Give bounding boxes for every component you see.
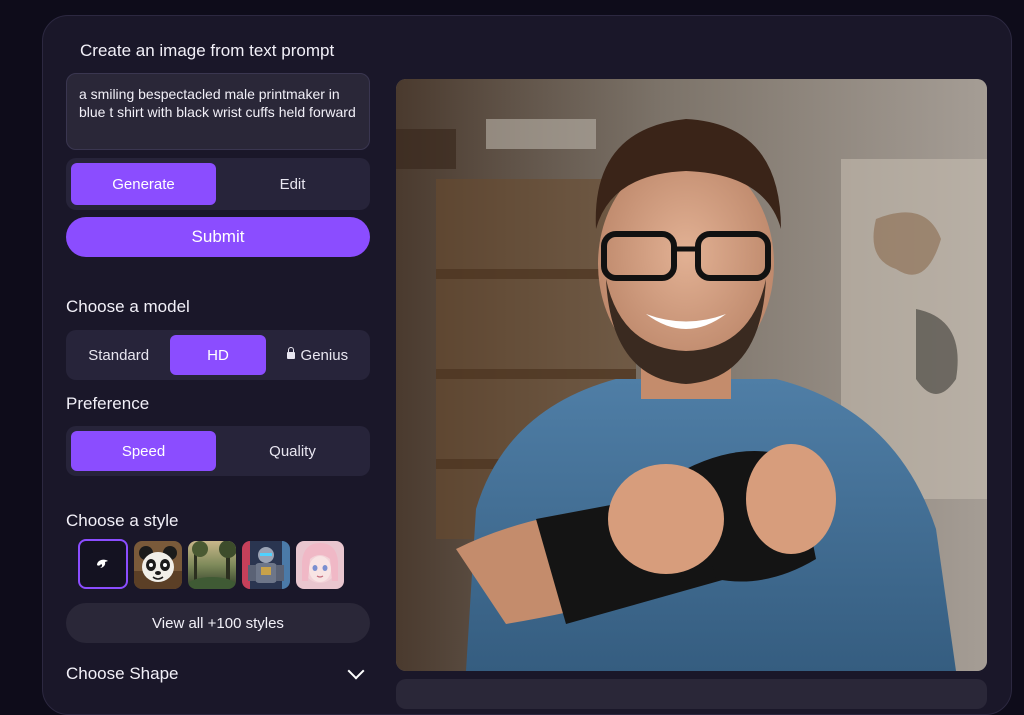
model-heading: Choose a model: [66, 297, 190, 316]
anime-style-image: [296, 541, 344, 589]
style-thumb-none[interactable]: [78, 539, 128, 589]
panda-style-image: [134, 541, 182, 589]
lock-icon: [286, 346, 295, 359]
view-all-styles-button[interactable]: View all +100 styles: [66, 603, 370, 643]
shape-dropdown[interactable]: Choose Shape: [66, 662, 370, 684]
model-option-standard[interactable]: Standard: [71, 335, 166, 375]
prompt-textarea[interactable]: a smiling bespectacled male printmaker i…: [66, 73, 370, 150]
model-option-hd[interactable]: HD: [170, 335, 266, 375]
forest-style-image: [188, 541, 236, 589]
generated-image: [396, 79, 987, 671]
tab-edit[interactable]: Edit: [220, 163, 365, 205]
submit-button[interactable]: Submit: [66, 217, 370, 257]
preference-selector: Speed Quality: [66, 426, 370, 476]
panel-title: Create an image from text prompt: [80, 41, 335, 60]
preference-heading: Preference: [66, 394, 150, 413]
style-thumbnails: [78, 539, 344, 589]
mode-tabs: Generate Edit: [66, 158, 370, 210]
generated-image-illustration: [396, 79, 987, 671]
tab-generate[interactable]: Generate: [71, 163, 216, 205]
style-thumb-forest[interactable]: [188, 541, 236, 589]
model-option-genius[interactable]: Genius: [270, 335, 365, 375]
no-style-icon: [97, 559, 108, 568]
style-thumb-anime[interactable]: [296, 541, 344, 589]
shape-heading: Choose Shape: [66, 664, 179, 683]
robot-style-image: [242, 541, 290, 589]
preference-option-speed[interactable]: Speed: [71, 431, 216, 471]
image-toolbar: [396, 679, 987, 709]
style-heading: Choose a style: [66, 511, 179, 530]
style-thumb-panda[interactable]: [134, 541, 182, 589]
model-selector: Standard HD Genius: [66, 330, 370, 380]
style-thumb-robot[interactable]: [242, 541, 290, 589]
preference-option-quality[interactable]: Quality: [220, 431, 365, 471]
model-option-genius-label: Genius: [300, 346, 349, 364]
chevron-down-icon: [347, 662, 365, 680]
